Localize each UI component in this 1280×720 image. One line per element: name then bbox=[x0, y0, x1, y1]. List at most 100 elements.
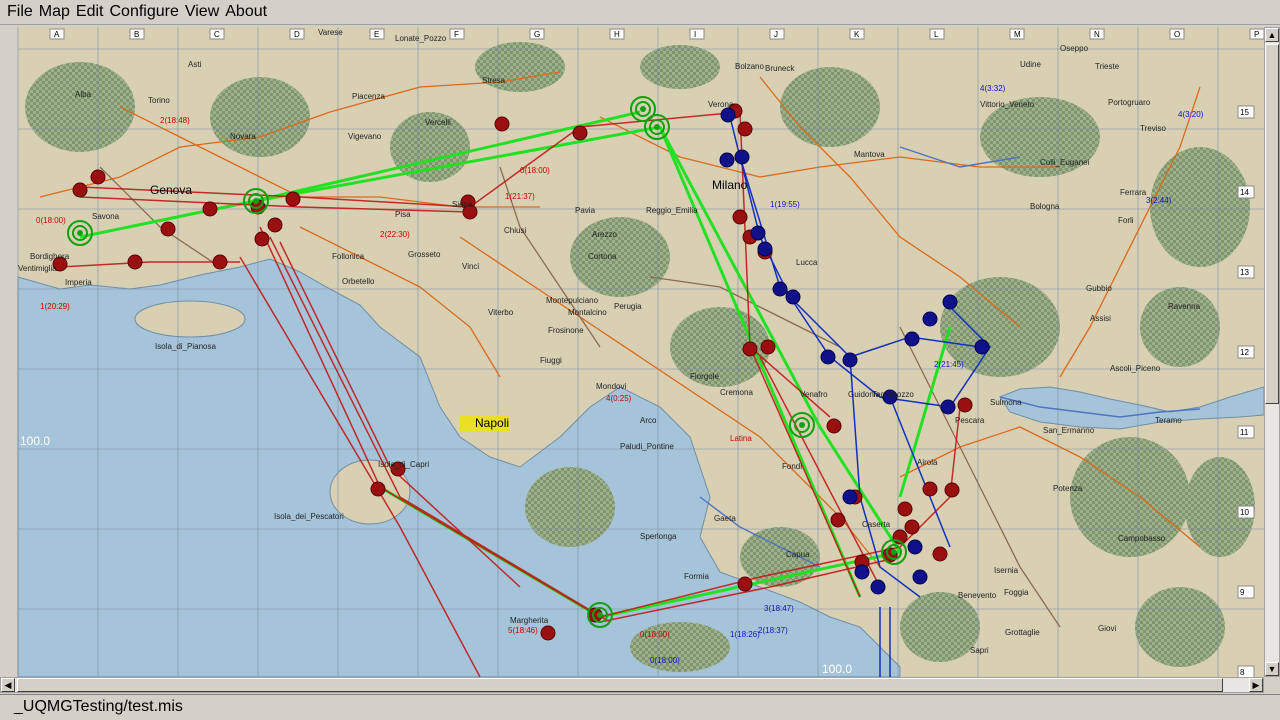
city-label: Fondi bbox=[782, 462, 802, 471]
city-label: Vittorio_Veneto bbox=[980, 100, 1035, 109]
airfield-center bbox=[253, 198, 259, 204]
red-unit-marker bbox=[540, 625, 556, 641]
unit-label-red: 2(22:30) bbox=[380, 230, 410, 239]
city-label: Airola bbox=[917, 458, 938, 467]
scroll-left-icon[interactable]: ◀ bbox=[1, 678, 15, 692]
vertical-scroll-thumb[interactable] bbox=[1265, 44, 1279, 404]
city-label: Isernia bbox=[994, 566, 1019, 575]
grid-col-label: M bbox=[1014, 30, 1021, 39]
city-label: Vercelli bbox=[425, 118, 451, 127]
unit-label-red: 2(18:48) bbox=[160, 116, 190, 125]
red-unit-marker bbox=[737, 576, 753, 592]
grid-col-tag-bg bbox=[689, 28, 705, 40]
city-label: Pisa bbox=[395, 210, 411, 219]
map-view[interactable]: Varese Lonate_Pozzo Bolzano Bruneck Udine Ose… bbox=[0, 27, 1280, 677]
grid-col-label: N bbox=[1094, 30, 1100, 39]
airfield-center bbox=[640, 106, 646, 112]
scroll-right-icon[interactable]: ▶ bbox=[1249, 678, 1263, 692]
unit-label-red: 1(21:37) bbox=[505, 192, 535, 201]
city-label: Vigevano bbox=[348, 132, 382, 141]
city-label: Orbetello bbox=[342, 277, 375, 286]
scroll-up-icon[interactable]: ▲ bbox=[1265, 28, 1279, 42]
red-unit-marker bbox=[90, 169, 106, 185]
blue-unit-marker bbox=[720, 107, 736, 123]
menu-about[interactable]: About bbox=[222, 3, 270, 21]
city-label: Verona bbox=[708, 100, 734, 109]
horizontal-scrollbar[interactable]: ◀ ▶ bbox=[0, 677, 1264, 693]
city-label: Frosinone bbox=[548, 326, 584, 335]
grid-row-label: 9 bbox=[1240, 588, 1245, 597]
unit-label-blue: 1(19:55) bbox=[770, 200, 800, 209]
city-label: Giovi bbox=[1098, 624, 1116, 633]
depth-label-1: 100.0 bbox=[20, 434, 50, 448]
horizontal-scroll-thumb[interactable] bbox=[17, 678, 1223, 692]
red-unit-marker bbox=[254, 231, 270, 247]
blue-unit-marker bbox=[734, 149, 750, 165]
blue-unit-marker bbox=[907, 539, 923, 555]
red-unit-marker bbox=[742, 341, 758, 357]
blue-unit-marker bbox=[942, 294, 958, 310]
city-label: Lonate_Pozzo bbox=[395, 34, 447, 43]
unit-label-blue: 2(21:45) bbox=[934, 360, 964, 369]
red-unit-marker bbox=[732, 209, 748, 225]
blue-unit-marker bbox=[772, 281, 788, 297]
city-label: Assisi bbox=[1090, 314, 1111, 323]
city-label: Savona bbox=[92, 212, 120, 221]
city-label: Varese bbox=[318, 28, 343, 37]
airfield-center bbox=[654, 124, 660, 130]
blue-unit-marker bbox=[757, 241, 773, 257]
city-label: Isola_di_Pianosa bbox=[155, 342, 216, 351]
unit-label-blue: 0(18:00) bbox=[650, 656, 680, 665]
city-label: Arezzo bbox=[592, 230, 617, 239]
blue-unit-marker bbox=[842, 489, 858, 505]
grid-col-label: G bbox=[534, 30, 540, 39]
menu-map[interactable]: Map bbox=[36, 3, 73, 21]
red-unit-marker bbox=[932, 546, 948, 562]
red-unit-marker bbox=[944, 482, 960, 498]
city-label: Mantova bbox=[854, 150, 885, 159]
blue-unit-marker bbox=[922, 311, 938, 327]
city-label: Sperlonga bbox=[640, 532, 677, 541]
menu-view[interactable]: View bbox=[182, 3, 222, 21]
menu-file[interactable]: File bbox=[4, 3, 36, 21]
city-label: Perugia bbox=[614, 302, 642, 311]
unit-label-red: 4(0:25) bbox=[606, 394, 632, 403]
unit-label-blue: 4(3:20) bbox=[1178, 110, 1204, 119]
scroll-down-icon[interactable]: ▼ bbox=[1265, 662, 1279, 676]
city-label: Ascoli_Piceno bbox=[1110, 364, 1161, 373]
city-label: Colli_Euganei bbox=[1040, 158, 1090, 167]
city-label: Asti bbox=[188, 60, 202, 69]
blue-unit-marker bbox=[750, 225, 766, 241]
city-label: Gaeta bbox=[714, 514, 736, 523]
big-city-genova: Genova bbox=[150, 183, 192, 197]
city-label: Vinci bbox=[462, 262, 479, 271]
blue-unit-marker bbox=[912, 569, 928, 585]
city-label: Foggia bbox=[1004, 588, 1029, 597]
city-label: Oseppo bbox=[1060, 44, 1089, 53]
city-label: Fiorgole bbox=[690, 372, 719, 381]
city-label: Paludi_Pontine bbox=[620, 442, 674, 451]
grid-col-label: C bbox=[214, 30, 220, 39]
city-label: Forli bbox=[1118, 216, 1134, 225]
red-unit-marker bbox=[267, 217, 283, 233]
city-label: Follonica bbox=[332, 252, 365, 261]
menu-edit[interactable]: Edit bbox=[73, 3, 107, 21]
grid-row-label: 10 bbox=[1240, 508, 1249, 517]
vertical-scrollbar[interactable]: ▲ ▼ bbox=[1264, 27, 1280, 677]
city-label: Bologna bbox=[1030, 202, 1060, 211]
city-label: Chiusi bbox=[504, 226, 526, 235]
city-label: Capua bbox=[786, 550, 810, 559]
grid-col-label: J bbox=[774, 30, 778, 39]
red-unit-marker bbox=[922, 481, 938, 497]
depth-label-2: 100.0 bbox=[822, 662, 852, 676]
status-bar: _UQMGTesting/test.mis bbox=[0, 694, 1280, 720]
menu-configure[interactable]: Configure bbox=[106, 3, 181, 21]
city-label: Venafro bbox=[800, 390, 828, 399]
map-canvas[interactable]: Varese Lonate_Pozzo Bolzano Bruneck Udine Ose… bbox=[0, 27, 1264, 677]
city-label: Pescara bbox=[955, 416, 985, 425]
city-label: Teramo bbox=[1155, 416, 1182, 425]
city-label: Ventimiglia bbox=[18, 264, 57, 273]
red-unit-marker bbox=[494, 116, 510, 132]
red-unit-marker bbox=[904, 519, 920, 535]
island-pianosa bbox=[134, 300, 246, 338]
